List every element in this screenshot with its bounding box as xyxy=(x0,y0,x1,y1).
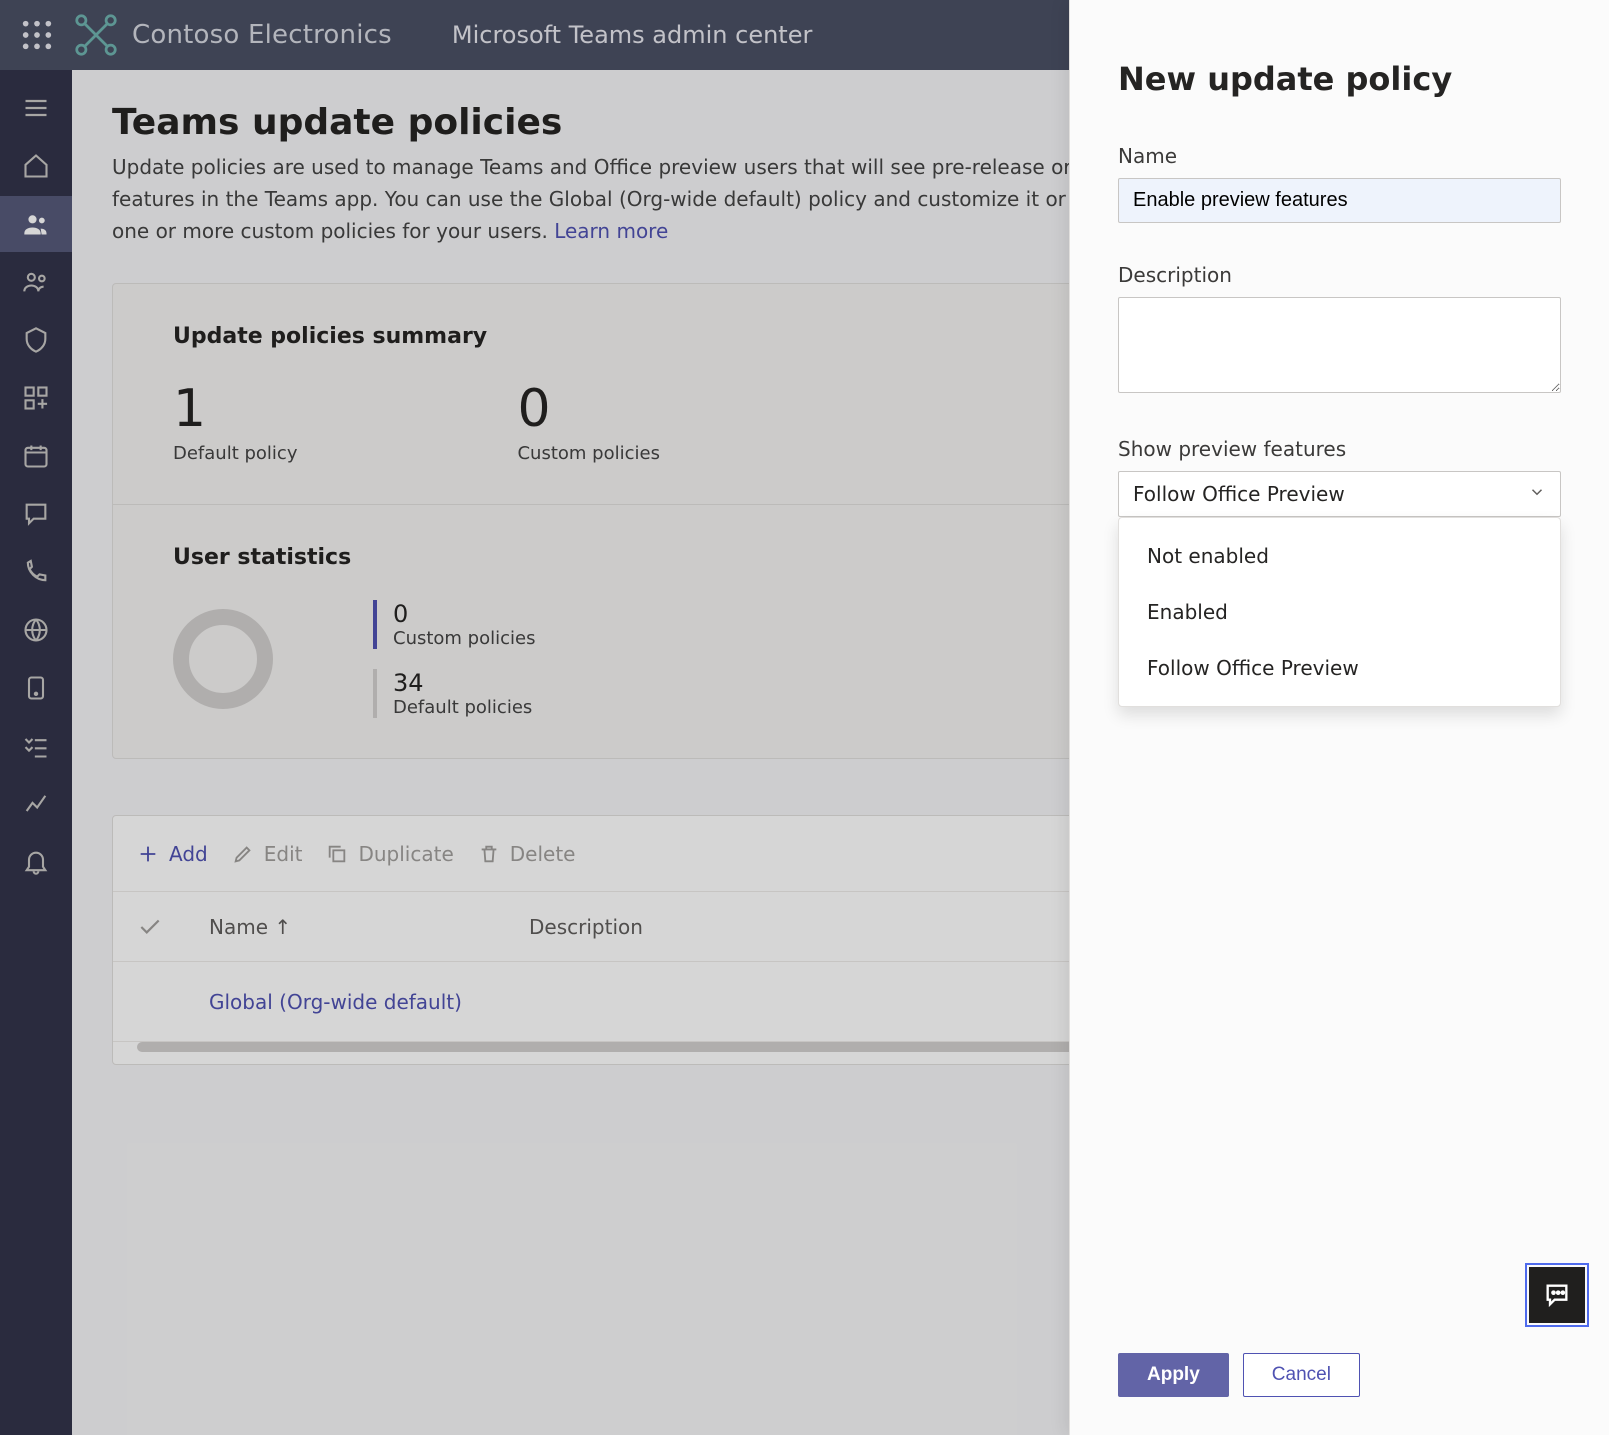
users-icon[interactable] xyxy=(0,254,72,310)
notifications-icon[interactable] xyxy=(0,834,72,890)
name-input[interactable] xyxy=(1118,178,1561,223)
messaging-icon[interactable] xyxy=(0,486,72,542)
add-button[interactable]: Add xyxy=(137,842,208,866)
preview-features-dropdown: Not enabled Enabled Follow Office Previe… xyxy=(1118,517,1561,707)
description-input[interactable] xyxy=(1118,297,1561,393)
default-policy-label: Default policy xyxy=(173,443,297,464)
voice-icon[interactable] xyxy=(0,544,72,600)
apps-icon[interactable] xyxy=(0,370,72,426)
brand-logo-icon xyxy=(74,13,118,57)
teams-icon[interactable] xyxy=(0,196,72,252)
custom-policy-label: Custom policies xyxy=(517,443,659,464)
donut-chart xyxy=(173,609,273,709)
brand: Contoso Electronics xyxy=(74,13,392,57)
description-label: Description xyxy=(1118,263,1561,287)
product-name: Microsoft Teams admin center xyxy=(452,21,812,49)
menu-icon[interactable] xyxy=(0,80,72,136)
new-policy-panel: New update policy Name Description Show … xyxy=(1069,0,1609,1435)
policy-name-link[interactable]: Global (Org-wide default) xyxy=(209,990,462,1014)
app-launcher-icon[interactable] xyxy=(20,18,54,52)
user-default-label: Default policies xyxy=(393,697,535,718)
column-header-description[interactable]: Description xyxy=(529,915,643,939)
select-all-checkbox[interactable] xyxy=(137,914,209,940)
left-nav-rail xyxy=(0,70,72,1435)
apply-button[interactable]: Apply xyxy=(1118,1353,1229,1397)
home-icon[interactable] xyxy=(0,138,72,194)
user-custom-label: Custom policies xyxy=(393,628,535,649)
option-enabled[interactable]: Enabled xyxy=(1119,584,1560,640)
custom-policy-count: 0 xyxy=(517,379,659,439)
chat-help-icon[interactable] xyxy=(1529,1267,1585,1323)
user-custom-count: 0 xyxy=(393,600,535,628)
option-follow-office-preview[interactable]: Follow Office Preview xyxy=(1119,640,1560,696)
delete-button[interactable]: Delete xyxy=(478,842,576,866)
column-header-name[interactable]: Name ↑ xyxy=(209,915,529,939)
policy-packages-icon[interactable] xyxy=(0,660,72,716)
calendar-icon[interactable] xyxy=(0,428,72,484)
learn-more-link[interactable]: Learn more xyxy=(554,219,668,243)
chevron-down-icon xyxy=(1528,482,1546,506)
cancel-button[interactable]: Cancel xyxy=(1243,1353,1360,1397)
default-policy-count: 1 xyxy=(173,379,297,439)
panel-title: New update policy xyxy=(1118,60,1561,98)
page-description: Update policies are used to manage Teams… xyxy=(112,151,1162,247)
preview-features-selected: Follow Office Preview xyxy=(1133,482,1345,506)
brand-name: Contoso Electronics xyxy=(132,20,392,50)
locations-icon[interactable] xyxy=(0,602,72,658)
edit-button[interactable]: Edit xyxy=(232,842,303,866)
preview-features-select[interactable]: Follow Office Preview xyxy=(1118,471,1561,517)
option-not-enabled[interactable]: Not enabled xyxy=(1119,528,1560,584)
user-default-count: 34 xyxy=(393,669,535,697)
preview-features-label: Show preview features xyxy=(1118,437,1561,461)
analytics-icon[interactable] xyxy=(0,776,72,832)
duplicate-button[interactable]: Duplicate xyxy=(326,842,453,866)
planning-icon[interactable] xyxy=(0,718,72,774)
devices-icon[interactable] xyxy=(0,312,72,368)
name-label: Name xyxy=(1118,144,1561,168)
